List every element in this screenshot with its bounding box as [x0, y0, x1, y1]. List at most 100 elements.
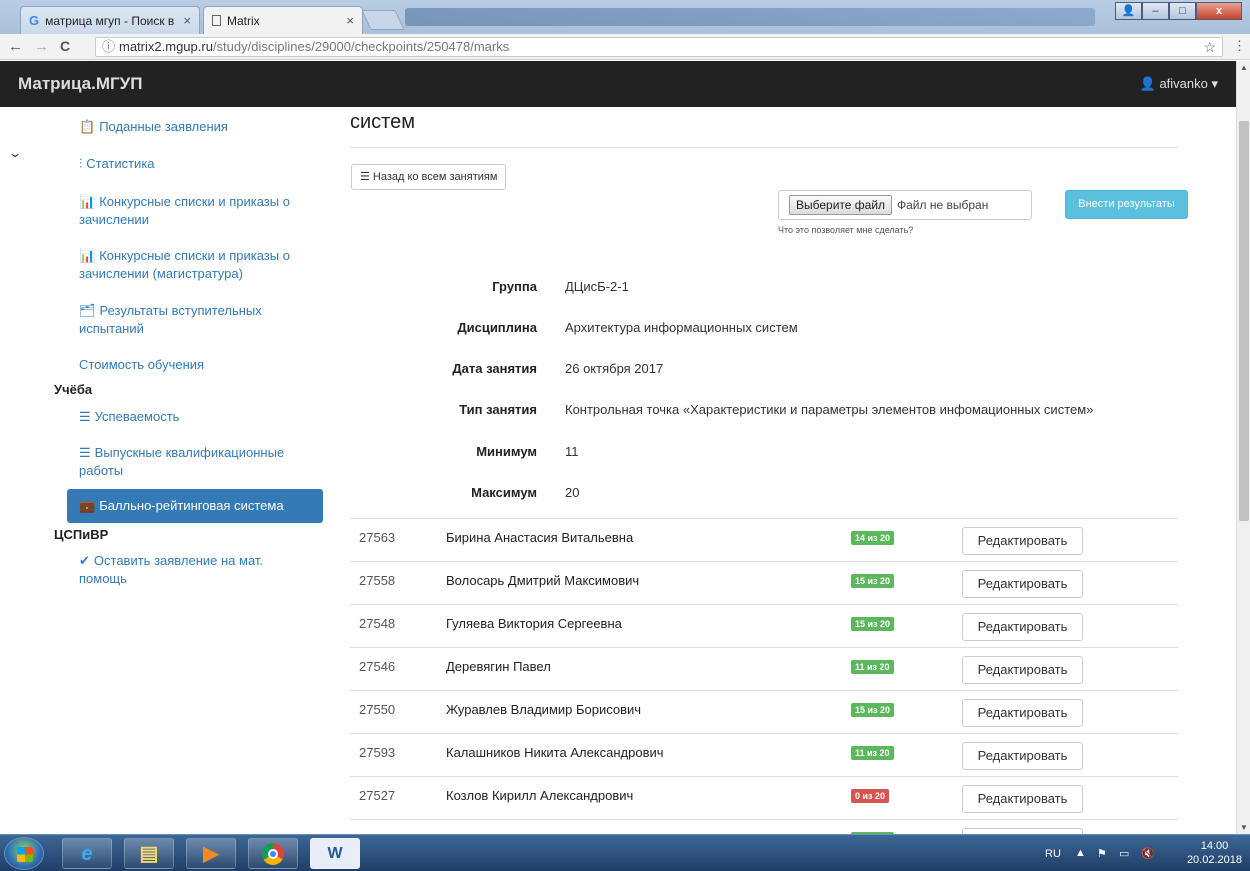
word-icon[interactable]: W — [310, 838, 360, 869]
clock-time: 14:00 — [1200, 840, 1229, 852]
brand-logo[interactable]: Матрица.МГУП — [18, 74, 142, 94]
student-id: 27527 — [359, 788, 396, 803]
submit-results-button[interactable]: Внести результаты — [1065, 190, 1188, 219]
user-icon: 👤 — [1139, 76, 1156, 91]
url-bar[interactable]: ⓘ matrix2.mgup.ru/study/disciplines/29000… — [95, 37, 1223, 57]
scroll-thumb[interactable] — [1239, 121, 1249, 521]
sidebar-item-grades[interactable]: ☰ Успеваемость — [67, 408, 323, 426]
user-menu[interactable]: 👤 afivanko ▾ — [1140, 76, 1218, 92]
chrome-icon[interactable] — [248, 838, 298, 869]
sidebar-item-label: Оставить заявление на мат. помощь — [79, 553, 264, 586]
table-row: 27550 Журавлев Владимир Борисович 15 из 20… — [350, 690, 1178, 733]
sidebar-item-label: Выпускные квалификационные работы — [79, 445, 285, 478]
sidebar-item-applications[interactable]: 📋 Поданные заявления — [67, 118, 323, 136]
clipboard-icon: 📋 — [79, 119, 96, 134]
window-user-icon[interactable]: 👤 — [1115, 2, 1142, 20]
maximize-button[interactable]: □ — [1169, 2, 1196, 20]
file-input[interactable]: Выберите файл Файл не выбран — [778, 190, 1032, 220]
edit-button[interactable]: Редактировать — [962, 656, 1083, 684]
student-id: 27548 — [359, 616, 396, 631]
sidebar-section-cspivr: ЦСПиВР — [54, 527, 109, 542]
bar-chart-icon: 📊 — [79, 194, 96, 209]
sidebar-item-label: Стоимость обучения — [79, 357, 205, 372]
info-value: 26 октября 2017 — [565, 361, 664, 376]
edit-button[interactable]: Редактировать — [962, 785, 1083, 813]
sidebar-item-exam-results[interactable]: 🗂 Результаты вступительных испытаний — [67, 302, 297, 338]
browser-titlebar: G матрица мгуп - Поиск в × Matrix × 👤 – … — [0, 0, 1250, 34]
chevron-down-icon[interactable]: ⌄ — [8, 146, 22, 160]
taskbar: e ▤ ▶ W RU ▲ ⚑ ▭ 🔇 14:00 20.02.2018 — [0, 834, 1250, 871]
forward-arrow-icon[interactable]: → — [34, 38, 49, 55]
list-icon: ☰ — [360, 171, 370, 183]
info-value: 11 — [565, 444, 579, 459]
tab-close-icon[interactable]: × — [183, 13, 191, 28]
student-id: 27558 — [359, 573, 396, 588]
language-indicator[interactable]: RU — [1045, 848, 1061, 860]
scroll-down-icon[interactable]: ▼ — [1240, 823, 1248, 832]
edit-button[interactable]: Редактировать — [962, 699, 1083, 727]
help-link[interactable]: Что это позволяет мне сделать? — [778, 225, 913, 235]
choose-file-button[interactable]: Выберите файл — [789, 195, 893, 215]
reload-icon[interactable]: C — [60, 38, 70, 54]
student-id: 27593 — [359, 745, 396, 760]
window-title-blur — [405, 8, 1095, 26]
table-row: 27527 Козлов Кирилл Александрович 0 из 20 Р… — [350, 776, 1178, 819]
action-center-icon[interactable]: ⚑ — [1097, 847, 1107, 860]
bar-chart-icon: 📊 — [79, 248, 96, 263]
tray-expand-icon[interactable]: ▲ — [1075, 847, 1086, 859]
ie-icon[interactable]: e — [62, 838, 112, 869]
sidebar-item-label: Конкурсные списки и приказы о зачислении — [79, 194, 290, 227]
tab-google-search[interactable]: G матрица мгуп - Поиск в × — [20, 6, 200, 34]
tab-close-icon[interactable]: × — [346, 13, 354, 28]
sliders-icon: ⫶ — [79, 156, 83, 171]
sidebar-item-competition-lists-master[interactable]: 📊 Конкурсные списки и приказы о зачислени… — [67, 247, 307, 283]
page-scrollbar[interactable]: ▲ ▼ — [1236, 61, 1250, 834]
sidebar-item-label: Конкурсные списки и приказы о зачислении… — [79, 248, 290, 281]
clock[interactable]: 14:00 20.02.2018 — [1187, 839, 1242, 867]
info-label: Минимум — [476, 444, 537, 459]
sidebar-item-rating-system[interactable]: 💼 Балльно-рейтинговая система — [67, 489, 323, 523]
students-table: 27563 Бирина Анастасия Витальевна 14 из 20… — [350, 518, 1178, 862]
minimize-button[interactable]: – — [1142, 2, 1169, 20]
edit-button[interactable]: Редактировать — [962, 613, 1083, 641]
app-navbar: Матрица.МГУП 👤 afivanko ▾ — [0, 61, 1236, 107]
edit-button[interactable]: Редактировать — [962, 527, 1083, 555]
info-value: Контрольная точка «Характеристики и пара… — [565, 402, 1094, 417]
network-icon[interactable]: ▭ — [1119, 847, 1129, 860]
edit-button[interactable]: Редактировать — [962, 570, 1083, 598]
file-explorer-icon[interactable]: ▤ — [124, 838, 174, 869]
sidebar-item-financial-aid[interactable]: ✔ Оставить заявление на мат. помощь — [67, 552, 297, 588]
student-name: Бирина Анастасия Витальевна — [446, 530, 634, 545]
start-button[interactable] — [4, 837, 44, 870]
info-icon[interactable]: ⓘ — [102, 39, 115, 54]
sidebar-item-theses[interactable]: ☰ Выпускные квалификационные работы — [67, 444, 307, 480]
back-to-lessons-button[interactable]: ☰ Назад ко всем занятиям — [351, 164, 507, 190]
mark-badge: 14 из 20 — [851, 531, 895, 545]
scroll-up-icon[interactable]: ▲ — [1240, 63, 1248, 72]
close-window-button[interactable]: x — [1196, 2, 1242, 20]
tab-label: Matrix — [227, 13, 260, 28]
info-label: Дисциплина — [457, 320, 537, 335]
student-id: 27546 — [359, 659, 396, 674]
volume-muted-icon[interactable]: 🔇 — [1141, 847, 1155, 860]
browser-menu-icon[interactable]: ⋮ — [1233, 38, 1246, 54]
sidebar-item-statistics[interactable]: ⫶ Статистика — [67, 155, 323, 173]
edit-button[interactable]: Редактировать — [962, 742, 1083, 770]
sidebar-section-study: Учёба — [54, 382, 93, 397]
media-player-icon[interactable]: ▶ — [186, 838, 236, 869]
sidebar-item-competition-lists[interactable]: 📊 Конкурсные списки и приказы о зачислени… — [67, 193, 307, 229]
tab-matrix[interactable]: Matrix × — [203, 6, 363, 34]
student-name: Калашников Никита Александрович — [446, 745, 664, 760]
sidebar-item-tuition[interactable]: Стоимость обучения — [67, 356, 323, 374]
table-row: 27558 Волосарь Дмитрий Максимович 15 из 20… — [350, 561, 1178, 604]
back-arrow-icon[interactable]: ← — [8, 38, 23, 55]
bookmark-star-icon[interactable]: ☆ — [1203, 38, 1216, 56]
new-tab-button[interactable] — [361, 10, 405, 30]
info-label: Максимум — [471, 485, 537, 500]
document-icon — [212, 15, 221, 26]
mark-badge: 15 из 20 — [851, 617, 895, 631]
info-label: Группа — [492, 279, 537, 294]
list-icon: ☰ — [79, 445, 91, 460]
sidebar-item-label: Статистика — [86, 156, 155, 171]
student-name: Козлов Кирилл Александрович — [446, 788, 634, 803]
